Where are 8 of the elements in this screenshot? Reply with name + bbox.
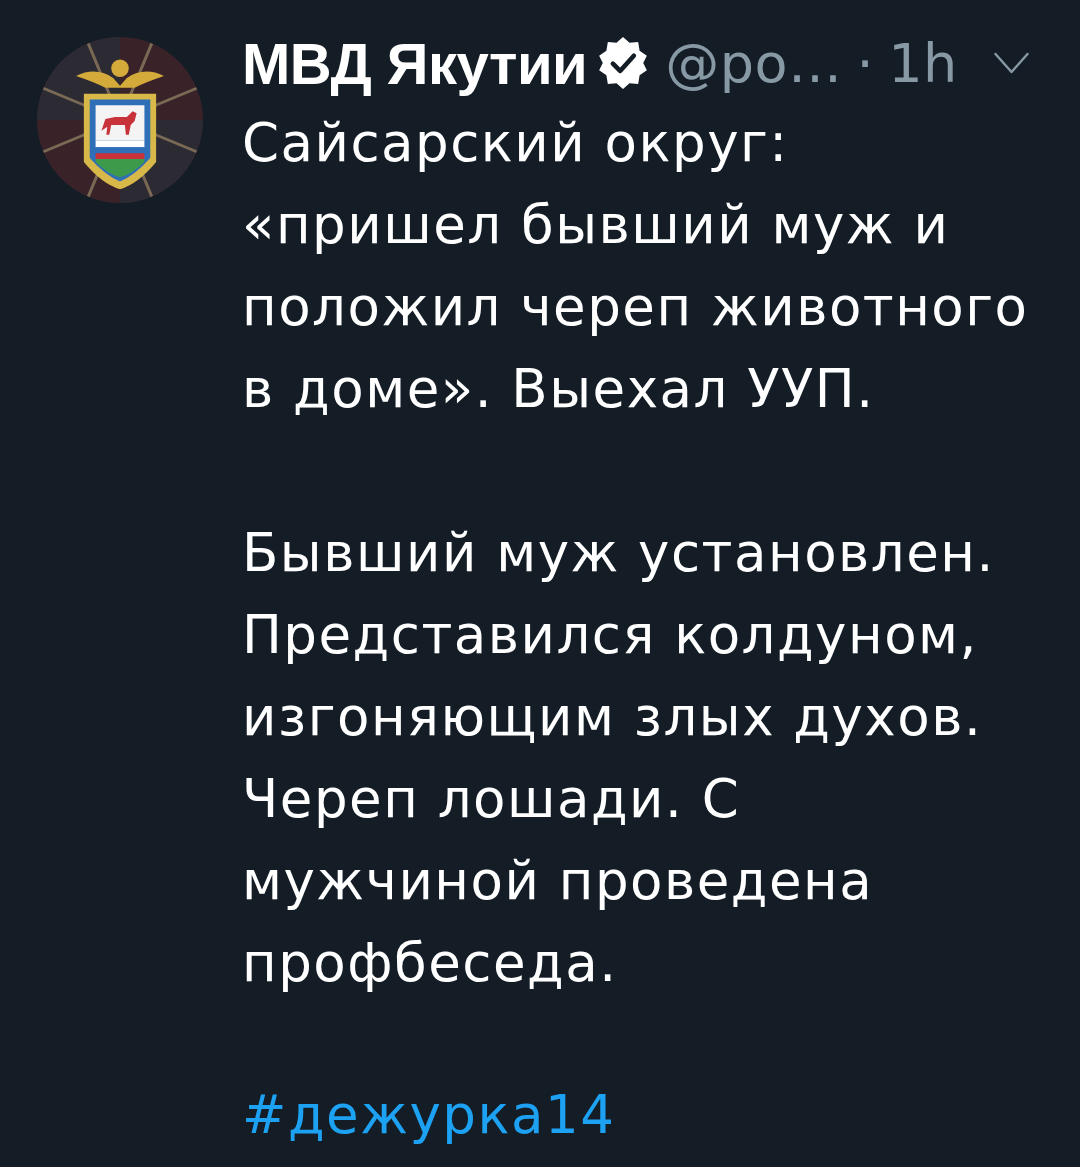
tweet-paragraph: Бывший муж установлен. Представился колдуном, изгоняющим злых духов. Череп лошади. С мужчиной проведена профбеседа. (242, 521, 996, 995)
hashtag-link[interactable]: #дежурка14 (242, 1074, 616, 1156)
separator: · (856, 31, 875, 95)
timestamp[interactable]: 1h (888, 31, 958, 95)
author-name[interactable]: МВД Якутии (242, 29, 588, 97)
chevron-down-icon[interactable] (993, 52, 1029, 74)
user-handle: @po… (665, 31, 843, 95)
tweet-paragraph: Сайсарский округ: «пришел бывший муж и положил череп животного в доме». Выехал УУП. (242, 111, 1030, 421)
